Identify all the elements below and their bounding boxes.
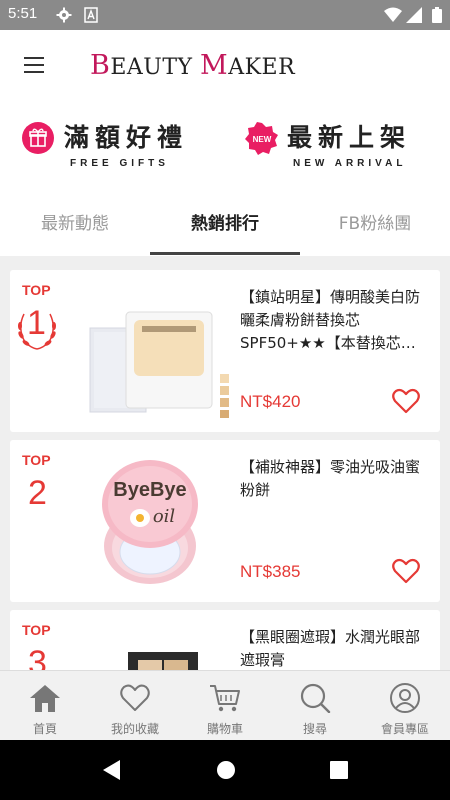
nav-member[interactable]: 會員專區: [360, 671, 450, 741]
hamburger-icon: [24, 57, 44, 73]
product-card[interactable]: TOP 1 【鎮站明星】傳明酸美白防曬柔膚粉餅替換芯SPF50+★★【本替換芯……: [10, 270, 440, 432]
product-list[interactable]: TOP 1 【鎮站明星】傳明酸美白防曬柔膚粉餅替換芯SPF50+★★【本替換芯……: [0, 256, 450, 670]
brand-logo[interactable]: BEAUTY MAKER: [90, 50, 295, 81]
heart-icon: [120, 684, 150, 711]
product-image-text-2: oil: [153, 506, 176, 527]
favorite-heart-icon[interactable]: [392, 558, 420, 584]
free-gifts-title: 滿額好禮: [64, 123, 189, 152]
back-icon[interactable]: [100, 758, 122, 782]
rank-number: 1: [27, 304, 46, 342]
compact-refill-image[interactable]: [88, 290, 234, 420]
nav-cart-label: 購物車: [206, 722, 243, 736]
nav-member-label: 會員專區: [380, 722, 429, 736]
app-header: BEAUTY MAKER: [0, 30, 450, 100]
system-nav-bar: [0, 740, 450, 800]
new-badge-text: NEW: [253, 135, 272, 144]
product-card[interactable]: TOP 3 【黑眼圈遮瑕】水潤光眼部遮瑕膏: [10, 610, 440, 670]
a-icon: [84, 7, 98, 23]
user-icon: [390, 683, 420, 713]
product-title[interactable]: 【鎮站明星】傳明酸美白防曬柔膚粉餅替換芯SPF50+★★【本替換芯…: [240, 286, 430, 355]
tab-latest-news[interactable]: 最新動態: [0, 196, 150, 254]
nav-home-label: 首頁: [32, 722, 57, 736]
rank-label: TOP: [22, 622, 51, 638]
rank-number: 3: [28, 644, 47, 670]
bottom-nav: 首頁 我的收藏 購物車 搜尋 會員專區: [0, 670, 450, 740]
product-image-text: ByeBye: [113, 479, 186, 501]
nav-search-label: 搜尋: [302, 722, 327, 736]
new-arrival-subtitle: NEW ARRIVAL: [293, 158, 407, 169]
product-title[interactable]: 【黑眼圈遮瑕】水潤光眼部遮瑕膏: [240, 626, 430, 670]
tab-best-sellers[interactable]: 熱銷排行: [150, 196, 300, 254]
nav-favorites[interactable]: 我的收藏: [90, 671, 180, 741]
byebye-oil-compact-image[interactable]: ByeBye oil: [88, 460, 234, 590]
tab-bar: 最新動態 熱銷排行 FB粉絲團: [0, 196, 450, 256]
gear-icon: [56, 7, 72, 23]
product-card[interactable]: TOP 2 ByeBye oil 【補妝神器】零油光吸油蜜粉餅 NT$385: [10, 440, 440, 602]
status-bar: 5:51: [0, 0, 450, 30]
tab-fb-fans[interactable]: FB粉絲團: [300, 196, 450, 254]
promo-banners: 滿額好禮 FREE GIFTS NEW 最新上架 NEW ARRIVAL: [0, 100, 450, 190]
recents-icon[interactable]: [328, 758, 350, 782]
product-title[interactable]: 【補妝神器】零油光吸油蜜粉餅: [240, 456, 430, 502]
product-price: NT$420: [240, 392, 301, 411]
battery-icon: [432, 7, 442, 23]
status-time: 5:51: [8, 5, 38, 22]
nav-home[interactable]: 首頁: [0, 671, 90, 741]
cart-icon: [210, 685, 240, 712]
menu-button[interactable]: [22, 54, 48, 76]
rank-label: TOP: [22, 452, 51, 468]
tab-indicator: [150, 252, 300, 255]
wifi-icon: [384, 7, 402, 22]
favorite-heart-icon[interactable]: [392, 388, 420, 414]
new-badge-icon: NEW: [245, 122, 278, 155]
new-arrival-title: 最新上架: [287, 123, 412, 152]
nav-search[interactable]: 搜尋: [270, 671, 360, 741]
nav-favorites-label: 我的收藏: [110, 722, 159, 736]
product-price: NT$385: [240, 562, 301, 581]
home-icon: [30, 685, 60, 712]
rank-label: TOP: [22, 282, 51, 298]
rank-number: 2: [28, 474, 47, 512]
new-arrival-banner[interactable]: NEW 最新上架 NEW ARRIVAL: [245, 118, 435, 178]
search-icon: [300, 683, 331, 713]
signal-icon: [406, 7, 422, 23]
gift-icon: [22, 122, 54, 154]
free-gifts-banner[interactable]: 滿額好禮 FREE GIFTS: [22, 118, 212, 178]
free-gifts-subtitle: FREE GIFTS: [70, 158, 169, 169]
concealer-image[interactable]: [88, 630, 234, 670]
nav-cart[interactable]: 購物車: [180, 671, 270, 741]
home-circle-icon[interactable]: [215, 758, 237, 782]
